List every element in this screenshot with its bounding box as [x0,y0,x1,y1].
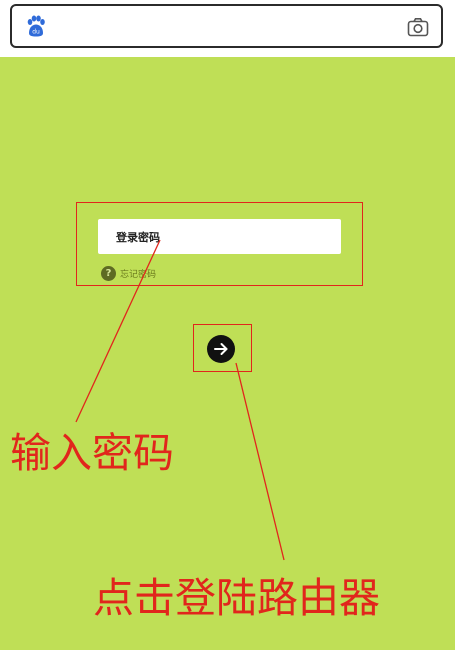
annotation-click-login: 点击登陆路由器 [93,574,380,622]
annotation-line-button [235,362,285,561]
annotation-box-button [193,324,252,372]
annotation-box-password [76,202,363,286]
annotation-input-password: 输入密码 [10,429,174,477]
svg-text:du: du [32,29,40,36]
camera-icon[interactable] [407,17,429,37]
browser-toolbar: du [0,0,455,57]
baidu-paw-icon[interactable]: du [25,15,47,37]
search-box[interactable]: du [10,4,443,48]
